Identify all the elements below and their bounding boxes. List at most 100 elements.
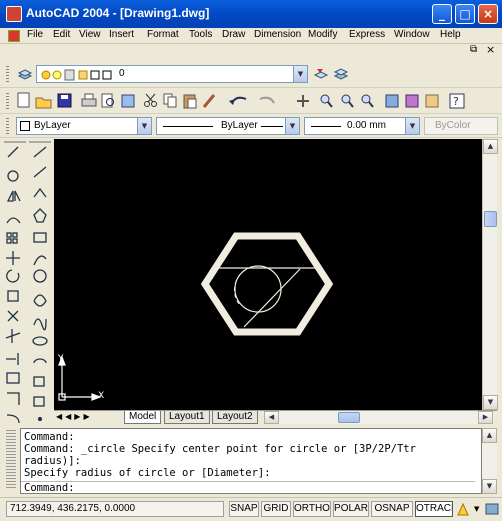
scroll-left-arrow-icon[interactable]: ◀ <box>264 411 279 424</box>
grid-toggle[interactable]: GRID <box>261 501 291 517</box>
tray-settings-icon[interactable] <box>484 501 500 517</box>
chevron-down-icon[interactable]: ▼ <box>405 118 419 134</box>
copy-object-icon <box>7 170 19 182</box>
toolbar-grip[interactable] <box>6 93 9 109</box>
layer-combo[interactable]: 0 ▼ <box>36 65 308 83</box>
close-button[interactable]: × <box>478 4 498 24</box>
command-history-line: radius)]: <box>24 455 81 467</box>
otrack-toggle[interactable]: OTRACK <box>415 501 453 517</box>
menu-tools[interactable]: Tools <box>189 29 212 40</box>
menu-draw[interactable]: Draw <box>222 29 245 40</box>
polar-toggle[interactable]: POLAR <box>333 501 369 517</box>
linetype-combo[interactable]: ByLayer ▼ <box>156 117 300 135</box>
layer-state-icons <box>41 69 112 81</box>
chevron-down-icon[interactable]: ▼ <box>137 118 151 134</box>
ucs-icon <box>58 355 102 401</box>
zoom-window-icon <box>341 94 354 108</box>
make-block-icon <box>33 396 45 407</box>
plotstyle-combo: ByColor <box>424 117 498 135</box>
scroll-up-arrow-icon[interactable]: ▲ <box>482 428 497 443</box>
layers-toolbar: 0 ▼ <box>0 60 502 88</box>
menu-window[interactable]: Window <box>394 29 430 40</box>
command-window-grip[interactable] <box>6 430 16 490</box>
open-folder-icon <box>35 97 52 109</box>
linetype-sample-icon <box>261 126 283 127</box>
toolbar-grip[interactable] <box>6 118 9 134</box>
menu-file[interactable]: File <box>27 29 43 40</box>
tool-palettes-icon <box>425 94 439 108</box>
layer-previous-icon[interactable] <box>332 65 350 83</box>
rotate-icon <box>6 269 20 283</box>
polyline-icon <box>33 187 47 198</box>
menu-edit[interactable]: Edit <box>53 29 70 40</box>
drawing-canvas[interactable]: Y X <box>54 139 482 410</box>
minimize-button[interactable]: _ <box>432 4 452 24</box>
scroll-down-arrow-icon[interactable]: ▼ <box>482 479 497 494</box>
toolbar-grip[interactable] <box>6 66 9 82</box>
help-icon: ? <box>449 93 465 109</box>
tab-layout2[interactable]: Layout2 <box>212 411 258 424</box>
ortho-toggle[interactable]: ORTHO <box>293 501 331 517</box>
menu-modify[interactable]: Modify <box>308 29 337 40</box>
vertical-scrollbar[interactable]: ▲ ▼ <box>482 139 498 410</box>
print-preview-icon <box>101 93 114 108</box>
command-prompt-input[interactable]: Command: <box>21 481 475 494</box>
menu-express[interactable]: Express <box>349 29 385 40</box>
communication-center-icon[interactable] <box>455 501 471 517</box>
horizontal-scrollbar[interactable]: ◀ ▶ <box>264 411 494 424</box>
mdi-restore-button[interactable]: ⧉ <box>470 44 477 55</box>
svg-text:?: ? <box>453 95 459 108</box>
arc-icon <box>33 255 47 266</box>
polygon-icon <box>33 208 47 223</box>
point-icon <box>37 416 43 422</box>
line-icon <box>33 146 47 158</box>
scroll-down-arrow-icon[interactable]: ▼ <box>483 395 498 410</box>
chevron-down-icon[interactable]: ▼ <box>293 66 307 82</box>
osnap-toggle[interactable]: OSNAP <box>371 501 413 517</box>
menu-view[interactable]: View <box>79 29 101 40</box>
make-layer-current-icon[interactable] <box>312 65 330 83</box>
tab-layout1[interactable]: Layout1 <box>164 411 210 424</box>
chevron-down-icon[interactable]: ▼ <box>285 118 299 134</box>
layer-name: 0 <box>119 68 125 79</box>
insert-block-icon <box>33 376 45 387</box>
color-combo[interactable]: ByLayer ▼ <box>16 117 152 135</box>
menu-dimension[interactable]: Dimension <box>254 29 301 40</box>
lineweight-sample-icon <box>311 126 341 127</box>
maximize-button[interactable]: □ <box>455 4 475 24</box>
print-icon <box>81 93 97 107</box>
coordinate-display[interactable]: 712.3949, 436.2175, 0.0000 <box>6 501 224 517</box>
command-window[interactable]: Command: Command: _circle Specify center… <box>20 428 482 494</box>
menu-help[interactable]: Help <box>440 29 461 40</box>
mdi-close-button[interactable]: × <box>486 43 495 56</box>
tab-model[interactable]: Model <box>124 411 162 424</box>
circle-shape <box>234 265 282 313</box>
command-scrollbar[interactable]: ▲ ▼ <box>482 428 497 494</box>
status-menu-arrow-icon[interactable]: ▼ <box>474 505 479 513</box>
layer-manager-icon[interactable] <box>16 65 34 83</box>
menu-insert[interactable]: Insert <box>109 29 134 40</box>
trim-icon <box>5 329 21 343</box>
snap-toggle[interactable]: SNAP <box>229 501 259 517</box>
tab-navigation-arrows-icon[interactable]: ◀◀▶▶ <box>56 412 93 421</box>
autocad-app-icon[interactable] <box>6 6 22 22</box>
standard-toolbar-icons: ? <box>17 92 465 109</box>
hscroll-thumb[interactable] <box>338 412 360 423</box>
chamfer-icon <box>7 392 20 405</box>
menu-format[interactable]: Format <box>147 29 179 40</box>
scroll-thumb[interactable] <box>484 211 497 227</box>
properties-toolbar: ByLayer ▼ ByLayer ▼ 0.00 mm ▼ ByColor <box>0 114 502 138</box>
fillet-icon <box>6 414 20 423</box>
layout-tabs-bar: ◀◀▶▶ Model Layout1 Layout2 ◀ ▶ <box>54 410 497 424</box>
scroll-right-arrow-icon[interactable]: ▶ <box>478 411 493 424</box>
lineweight-value: 0.00 mm <box>347 120 386 131</box>
redo-icon <box>259 96 275 104</box>
offset-icon <box>6 217 21 224</box>
scroll-up-arrow-icon[interactable]: ▲ <box>483 139 498 154</box>
document-icon[interactable] <box>8 30 20 42</box>
zoom-realtime-icon <box>320 94 333 108</box>
lineweight-combo[interactable]: 0.00 mm ▼ <box>304 117 420 135</box>
erase-icon <box>7 146 19 158</box>
construction-line-icon <box>33 166 47 178</box>
circle-icon <box>33 269 47 283</box>
